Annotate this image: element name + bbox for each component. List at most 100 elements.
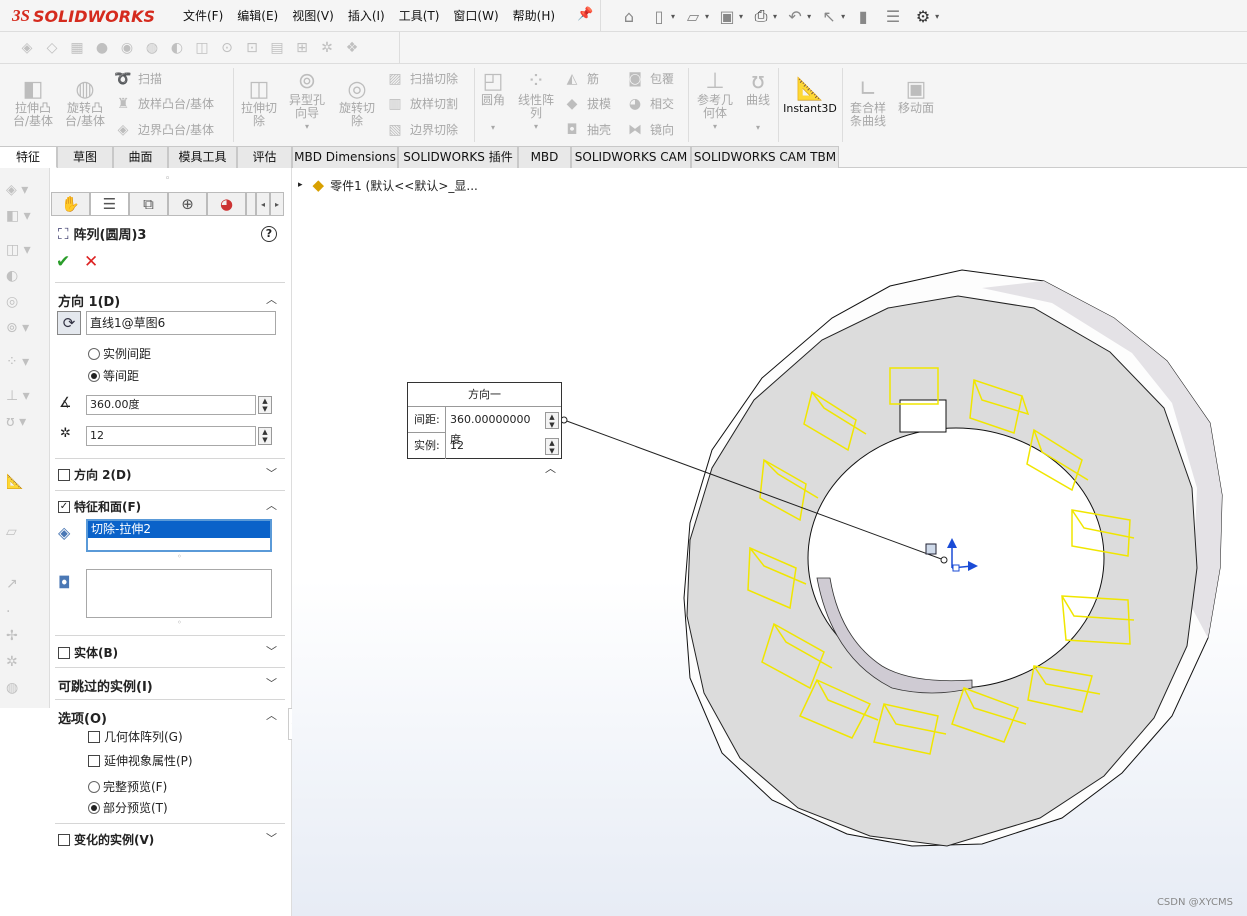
point-icon[interactable]: · bbox=[6, 604, 42, 626]
hole-icon[interactable]: ⊚ ▾ bbox=[6, 320, 42, 342]
chevron-down-icon[interactable]: ▾ bbox=[841, 12, 845, 21]
ruler-icon[interactable]: 📐 bbox=[6, 474, 42, 496]
help-icon[interactable]: ? bbox=[261, 226, 277, 242]
varied-instances-checkbox[interactable]: 变化的实例(V) bbox=[58, 831, 154, 848]
resize-handle[interactable]: ◦ bbox=[177, 618, 182, 627]
open-folder-icon[interactable]: ▱ bbox=[681, 6, 705, 26]
tab-solidworks-cam-tbm[interactable]: SOLIDWORKS CAM TBM bbox=[691, 146, 839, 168]
configuration-manager-tab-icon[interactable]: ⧉ bbox=[129, 192, 168, 216]
curves-button[interactable]: ʊ 曲线 ▾ bbox=[742, 70, 774, 134]
wrap-button[interactable]: ◙ 包覆 bbox=[626, 70, 674, 87]
revolve-cut-button[interactable]: ◎ 旋转切 除 bbox=[333, 78, 381, 128]
pattern-icon[interactable]: ▦ bbox=[66, 38, 88, 58]
chevron-down-icon[interactable]: ▾ bbox=[739, 12, 743, 21]
boundary-boss-button[interactable]: ◈ 边界凸台/基体 bbox=[114, 121, 214, 138]
cut-icon[interactable]: ◇ bbox=[41, 38, 63, 58]
feature-tree-flyout[interactable]: ▸ ◆ 零件1 (默认<<默认>_显... bbox=[298, 176, 478, 194]
property-manager-tab-icon[interactable]: ☰ bbox=[90, 192, 129, 216]
lofted-cut-button[interactable]: ▥ 放样切割 bbox=[386, 95, 458, 112]
features-list[interactable]: 切除-拉伸2 bbox=[86, 519, 272, 552]
menu-file[interactable]: 文件(F) bbox=[183, 7, 223, 25]
mate-icon[interactable]: ◍ bbox=[141, 38, 163, 58]
feature-manager-tab-icon[interactable]: ✋ bbox=[51, 192, 90, 216]
equal-spacing-radio[interactable]: 等间距 bbox=[88, 367, 139, 384]
fillet-icon[interactable]: ◐ bbox=[166, 38, 188, 58]
boundary-cut-button[interactable]: ▧ 边界切除 bbox=[386, 121, 458, 138]
chevron-down-icon[interactable]: ﹀ bbox=[266, 830, 277, 846]
hole-wizard-button[interactable]: ⊚ 异型孔 向导 ▾ bbox=[284, 70, 330, 133]
shell-icon[interactable]: ◫ bbox=[191, 38, 213, 58]
menu-tools[interactable]: 工具(T) bbox=[399, 7, 440, 25]
skip-instances-header[interactable]: 可跳过的实例(I) bbox=[58, 676, 153, 695]
extrude-boss-button[interactable]: ◧ 拉伸凸 台/基体 bbox=[8, 78, 58, 128]
print-icon[interactable]: ⎙ bbox=[749, 6, 773, 26]
chevron-down-icon[interactable]: ▾ bbox=[284, 120, 330, 133]
hole-icon[interactable]: ⊙ bbox=[216, 38, 238, 58]
panel-grip[interactable]: ◦ bbox=[165, 174, 170, 184]
callout-instances-input[interactable]: 12 bbox=[448, 436, 540, 456]
chevron-down-icon[interactable]: ▾ bbox=[671, 12, 675, 21]
reverse-direction-icon[interactable]: ⟳ bbox=[57, 311, 81, 335]
sweep-button[interactable]: ➰ 扫描 bbox=[114, 70, 162, 87]
gear-icon[interactable]: ⚙ bbox=[911, 6, 935, 26]
tab-solidworks-addins[interactable]: SOLIDWORKS 插件 bbox=[398, 146, 518, 168]
cut-icon[interactable]: ◧ ▾ bbox=[6, 208, 42, 230]
features-list-item[interactable]: 切除-拉伸2 bbox=[88, 521, 270, 538]
chevron-down-icon[interactable]: ▾ bbox=[807, 12, 811, 21]
instances-input[interactable]: 12 bbox=[86, 426, 256, 446]
bodies-checkbox[interactable]: 实体(B) bbox=[58, 644, 118, 661]
linear-pattern-button[interactable]: ⁘ 线性阵 列 ▾ bbox=[514, 70, 558, 133]
tab-solidworks-cam[interactable]: SOLIDWORKS CAM bbox=[571, 146, 691, 168]
file-properties-icon[interactable]: ☰ bbox=[881, 6, 905, 26]
tab-features[interactable]: 特征 bbox=[0, 146, 57, 168]
coordinate-icon[interactable]: ✢ bbox=[6, 628, 42, 650]
angle-spinner[interactable]: ▲ ▼ bbox=[258, 396, 272, 414]
chevron-down-icon[interactable]: ﹀ bbox=[266, 675, 277, 691]
menu-insert[interactable]: 插入(I) bbox=[348, 7, 385, 25]
resize-handle[interactable]: ◦ bbox=[177, 552, 182, 561]
more-tabs-icon[interactable] bbox=[246, 192, 256, 216]
dimxpert-tab-icon[interactable]: ⊕ bbox=[168, 192, 207, 216]
partial-preview-radio[interactable]: 部分预览(T) bbox=[88, 799, 168, 816]
full-preview-radio[interactable]: 完整预览(F) bbox=[88, 778, 167, 795]
reference-icon[interactable]: ⊥ ▾ bbox=[6, 388, 42, 410]
curves-icon[interactable]: ʊ ▾ bbox=[6, 414, 42, 436]
options-header[interactable]: 选项(O) bbox=[58, 708, 107, 727]
menu-help[interactable]: 帮助(H) bbox=[513, 7, 555, 25]
chevron-up-icon[interactable]: ︿ bbox=[266, 291, 277, 307]
measure-icon[interactable]: ◍ bbox=[6, 680, 42, 702]
callout-spacing-input[interactable]: 360.00000000度 bbox=[448, 410, 540, 446]
boss-icon[interactable]: ◈ bbox=[16, 38, 38, 58]
chevron-down-icon[interactable]: ﹀ bbox=[266, 465, 277, 481]
geometry-pattern-checkbox[interactable]: 几何体阵列(G) bbox=[88, 728, 183, 745]
feature-icon[interactable]: ◉ bbox=[116, 38, 138, 58]
extrude-icon[interactable]: ◫ ▾ bbox=[6, 242, 42, 264]
select-arrow-icon[interactable]: ↖ bbox=[817, 6, 841, 26]
pattern-icon[interactable]: ⁘ ▾ bbox=[6, 354, 42, 376]
chevron-down-icon[interactable]: ▾ bbox=[773, 12, 777, 21]
menu-edit[interactable]: 编辑(E) bbox=[237, 7, 278, 25]
rib-button[interactable]: ◭ 筋 bbox=[563, 70, 599, 87]
plane-icon[interactable]: ▱ bbox=[6, 524, 42, 546]
scroll-right-icon[interactable]: ▸ bbox=[270, 192, 284, 216]
tab-mold-tools[interactable]: 模具工具 bbox=[168, 146, 237, 168]
fillet-button[interactable]: ◰ 圆角 ▾ bbox=[478, 70, 508, 134]
chevron-down-icon[interactable]: ▾ bbox=[514, 120, 558, 133]
pattern-grid-icon[interactable]: ⊞ bbox=[291, 38, 313, 58]
shell-button[interactable]: ◘ 抽壳 bbox=[563, 121, 611, 138]
tab-mbd-dimensions[interactable]: MBD Dimensions bbox=[292, 146, 398, 168]
boss-icon[interactable]: ◈ ▾ bbox=[6, 182, 42, 204]
reference-geometry-button[interactable]: ⊥ 参考几 何体 ▾ bbox=[692, 70, 738, 133]
direction2-checkbox[interactable]: 方向 2(D) bbox=[58, 466, 131, 483]
pin-icon[interactable]: 📌 bbox=[577, 7, 593, 22]
tab-surfaces[interactable]: 曲面 bbox=[113, 146, 168, 168]
sphere-icon[interactable]: ● bbox=[91, 38, 113, 58]
tab-evaluate[interactable]: 评估 bbox=[237, 146, 292, 168]
mate-reference-icon[interactable]: ✲ bbox=[6, 654, 42, 676]
ok-button[interactable]: ✔ bbox=[56, 252, 70, 272]
home-icon[interactable]: ⌂ bbox=[617, 6, 641, 26]
solidworks-logo[interactable]: 3S SOLIDWORKS bbox=[12, 4, 155, 28]
features-faces-checkbox[interactable]: ✓ 特征和面(F) bbox=[58, 498, 141, 515]
chevron-up-icon[interactable]: ︿ bbox=[266, 497, 277, 513]
chevron-up-icon[interactable]: ︿ bbox=[266, 707, 277, 723]
